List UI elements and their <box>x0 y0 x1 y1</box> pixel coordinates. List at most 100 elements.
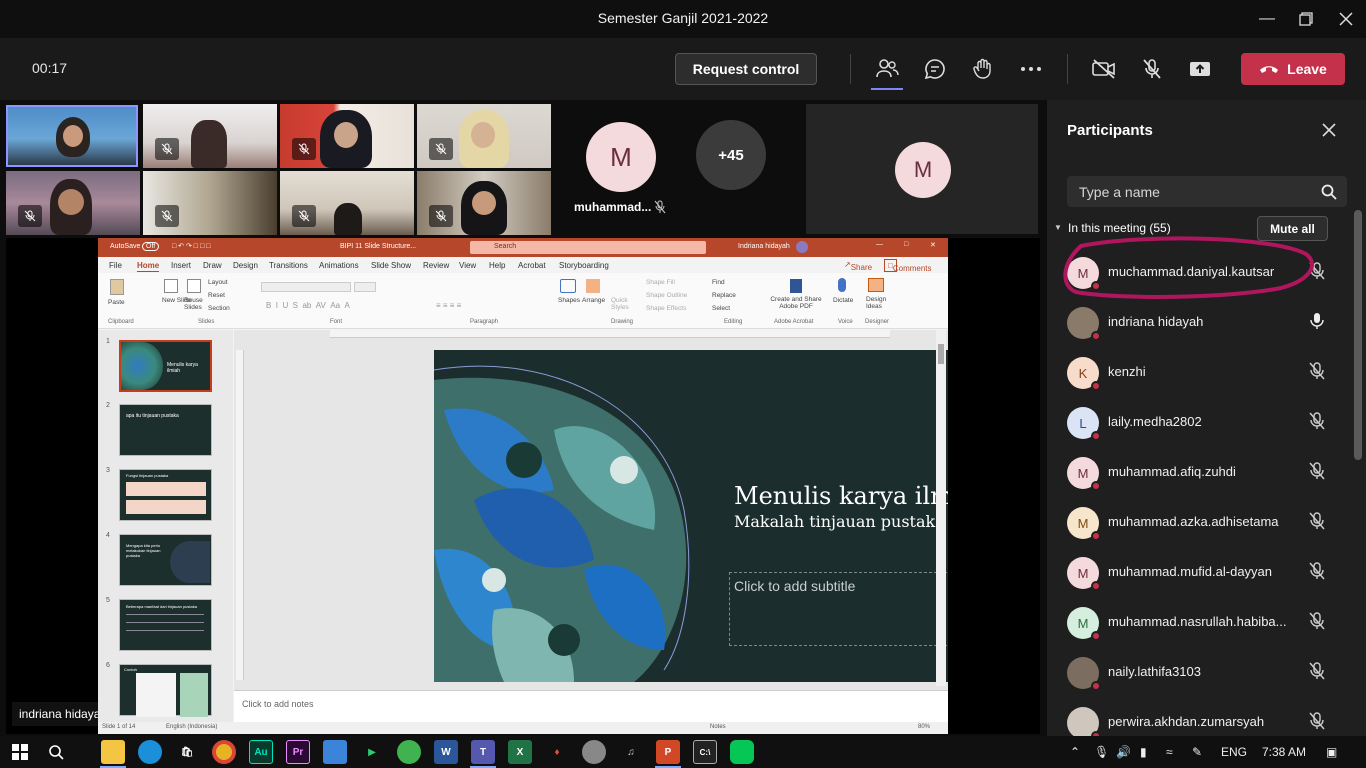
chevron-up-icon[interactable]: ⌃ <box>1070 745 1080 759</box>
section-button[interactable]: Section <box>208 305 230 312</box>
panel-scrollbar[interactable] <box>1354 210 1362 460</box>
windows-start-icon[interactable] <box>8 740 32 764</box>
menu-view[interactable]: View <box>459 261 476 270</box>
menu-acrobat[interactable]: Acrobat <box>518 261 546 270</box>
video-tile-presenter[interactable] <box>6 105 138 167</box>
notes-app-icon[interactable] <box>323 740 347 764</box>
video-tile[interactable] <box>143 104 277 168</box>
layout-button[interactable]: Layout <box>208 279 228 286</box>
share-screen-icon[interactable] <box>1184 54 1216 84</box>
ppt-search-box[interactable]: Search <box>470 241 706 254</box>
microphone-muted-icon[interactable] <box>1309 362 1329 382</box>
participant-search-input[interactable]: Type a name <box>1067 176 1347 207</box>
wifi-icon[interactable]: ≈ <box>1166 745 1173 759</box>
volume-icon[interactable]: 🔊 <box>1116 745 1131 759</box>
participant-row[interactable]: Mmuhammad.azka.adhisetama <box>1047 497 1352 547</box>
paste-icon[interactable] <box>110 279 124 295</box>
participant-row[interactable]: Mmuhammad.afiq.zuhdi <box>1047 447 1352 497</box>
slide-thumbnail[interactable]: Fungsi tinjauan pustaka <box>119 469 212 521</box>
more-participants-badge[interactable]: +45 <box>696 120 766 190</box>
participant-row[interactable]: Mmuhammad.nasrullah.habiba... <box>1047 597 1352 647</box>
video-tile[interactable] <box>417 171 551 235</box>
find-button[interactable]: Find <box>712 279 725 286</box>
arrange-icon[interactable] <box>586 279 600 293</box>
battery-icon[interactable]: ▮ <box>1140 745 1147 759</box>
participant-row[interactable]: indriana hidayah <box>1047 297 1352 347</box>
leave-button[interactable]: Leave <box>1241 53 1345 85</box>
microphone-muted-icon[interactable] <box>1309 612 1329 632</box>
word-icon[interactable]: W <box>434 740 458 764</box>
microphone-muted-icon[interactable] <box>1309 662 1329 682</box>
select-button[interactable]: Select <box>712 305 730 312</box>
slide-title[interactable]: Menulis karya ilmiah <box>734 482 948 510</box>
menu-animations[interactable]: Animations <box>319 261 359 270</box>
menu-storyboarding[interactable]: Storyboarding <box>559 261 609 270</box>
paragraph-align-icons[interactable]: ≡ ≡ ≡ ≡ <box>436 301 461 310</box>
file-explorer-icon[interactable] <box>101 740 125 764</box>
maximize-icon[interactable]: □ <box>904 241 908 248</box>
participant-row[interactable]: Kkenzhi <box>1047 347 1352 397</box>
slide-thumbnail[interactable]: Beberapa manfaat dari tinjauan pustaka <box>119 599 212 651</box>
participant-row[interactable]: Llaily.medha2802 <box>1047 397 1352 447</box>
menu-insert[interactable]: Insert <box>171 261 191 270</box>
store-icon[interactable]: 🛍 <box>175 740 199 764</box>
media-player-icon[interactable]: ▶ <box>360 740 384 764</box>
upwork-icon[interactable] <box>397 740 421 764</box>
chat-icon[interactable] <box>919 54 951 84</box>
microphone-muted-icon[interactable] <box>1136 54 1168 84</box>
language-status[interactable]: English (Indonesia) <box>166 724 217 730</box>
language-indicator[interactable]: ENG <box>1221 745 1247 759</box>
slide-thumbnail[interactable]: Menulis karya ilmiah <box>119 340 212 392</box>
close-window-icon[interactable] <box>1323 0 1366 38</box>
shape-effects-button[interactable]: Shape Effects <box>646 305 686 312</box>
request-control-button[interactable]: Request control <box>675 53 817 85</box>
microphone-icon[interactable] <box>1309 312 1329 332</box>
menu-transitions[interactable]: Transitions <box>269 261 308 270</box>
edge-icon[interactable] <box>138 740 162 764</box>
raise-hand-icon[interactable] <box>967 54 999 84</box>
share-button[interactable]: ↗ Share <box>840 259 872 272</box>
quick-styles-label[interactable]: Quick Styles <box>611 297 631 311</box>
more-options-icon[interactable] <box>1015 54 1047 84</box>
reset-button[interactable]: Reset <box>208 292 225 299</box>
premiere-icon[interactable]: Pr <box>286 740 310 764</box>
slide-thumbnail[interactable]: Mengapa kita perlu melakukan tinjauan pu… <box>119 534 212 586</box>
participant-avatar[interactable]: M <box>586 122 656 192</box>
new-slide-icon[interactable] <box>164 279 178 293</box>
menu-draw[interactable]: Draw <box>203 261 222 270</box>
close-icon[interactable]: ✕ <box>930 241 936 249</box>
save-icon[interactable]: □ ↶ ↷ □ □ □ <box>172 242 210 250</box>
in-meeting-section-header[interactable]: In this meeting (55) <box>1068 221 1171 235</box>
teams-icon[interactable]: T <box>471 740 495 764</box>
slide-thumbnail[interactable]: Contoh <box>119 664 212 717</box>
font-format-icons[interactable]: B I U S ab AV Aa A <box>266 301 350 310</box>
shape-fill-button[interactable]: Shape Fill <box>646 279 675 286</box>
microphone-muted-icon[interactable] <box>1309 512 1329 532</box>
search-icon[interactable] <box>1321 184 1337 205</box>
video-tile[interactable] <box>280 104 414 168</box>
notification-icon[interactable]: ▣ <box>1326 745 1337 759</box>
menu-slideshow[interactable]: Slide Show <box>371 261 411 270</box>
camera-off-icon[interactable] <box>1088 54 1120 84</box>
app-icon[interactable]: ♦ <box>545 740 569 764</box>
replace-button[interactable]: Replace <box>712 292 736 299</box>
participants-icon[interactable] <box>871 54 903 90</box>
clock[interactable]: 7:38 AM <box>1262 745 1306 759</box>
chrome-icon[interactable] <box>212 740 236 764</box>
video-tile[interactable] <box>417 104 551 168</box>
audition-icon[interactable]: Au <box>249 740 273 764</box>
menu-file[interactable]: File <box>109 261 122 270</box>
notes-toggle[interactable]: Notes <box>710 724 726 730</box>
menu-help[interactable]: Help <box>489 261 505 270</box>
dictate-icon[interactable] <box>838 278 846 292</box>
user-avatar[interactable] <box>796 241 808 253</box>
volume-app-icon[interactable]: ♫ <box>619 740 643 764</box>
powerpoint-icon[interactable]: P <box>656 740 680 764</box>
participant-row[interactable]: Mmuhammad.mufid.al-dayyan <box>1047 547 1352 597</box>
current-slide[interactable]: Menulis karya ilmiah Makalah tinjauan pu… <box>434 350 948 682</box>
chevron-down-icon[interactable]: ▼ <box>1054 223 1062 232</box>
microphone-icon[interactable]: 🎙 <box>1094 745 1109 759</box>
slide-scrollbar[interactable] <box>936 330 946 686</box>
spotlight-tile[interactable]: M <box>806 104 1038 234</box>
font-name-select[interactable] <box>261 282 351 292</box>
